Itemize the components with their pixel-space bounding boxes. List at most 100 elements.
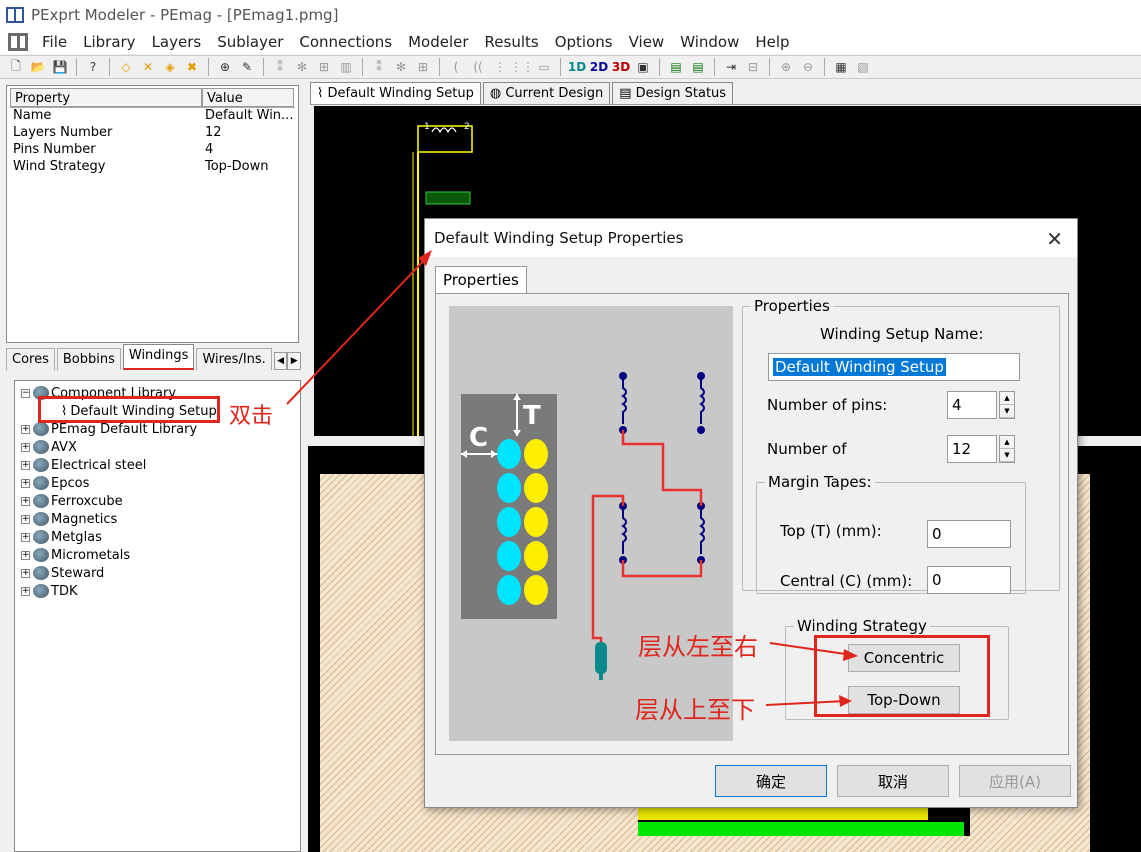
coil-icon[interactable]: (	[446, 57, 466, 77]
toolbar-divider	[824, 58, 825, 76]
library-icon	[33, 458, 49, 472]
view-2d-button[interactable]: 2D	[589, 57, 609, 77]
tab-scroll-right-icon[interactable]: ▶	[287, 352, 301, 370]
property-row[interactable]: Layers Number 12	[7, 125, 298, 142]
zoom-in-icon[interactable]: ⊕	[776, 57, 796, 77]
pins-input[interactable]: 4	[947, 391, 997, 419]
central-margin-input[interactable]: 0	[927, 566, 1011, 594]
expand-icon[interactable]: +	[21, 586, 30, 596]
pin-remove-icon[interactable]: ✻	[391, 57, 411, 77]
pins-spinner[interactable]: ▲ ▼	[999, 391, 1015, 419]
open-folder-icon[interactable]: 📂	[28, 57, 48, 77]
spin-down-icon[interactable]: ▼	[1000, 449, 1014, 462]
document-menu-icon[interactable]	[8, 33, 28, 51]
save-icon[interactable]: 💾	[50, 57, 70, 77]
apply-button[interactable]: 应用(A)	[959, 765, 1071, 797]
property-row[interactable]: Name Default Win...	[7, 108, 298, 125]
tree-item[interactable]: + TDK	[21, 582, 300, 600]
spin-down-icon[interactable]: ▼	[1000, 405, 1014, 418]
tab-wires[interactable]: Wires/Ins.	[196, 348, 272, 370]
help-icon[interactable]: ?	[83, 57, 103, 77]
tab-cores[interactable]: Cores	[6, 348, 55, 370]
tree-item[interactable]: + Magnetics	[21, 510, 300, 528]
property-row[interactable]: Pins Number 4	[7, 142, 298, 159]
value-column-header[interactable]: Value	[202, 88, 294, 107]
zoom-out-icon[interactable]: ⊖	[798, 57, 818, 77]
analyze2-icon[interactable]: ▤	[688, 57, 708, 77]
ok-button[interactable]: 确定	[715, 765, 827, 797]
tree-item[interactable]: + Metglas	[21, 528, 300, 546]
expand-icon[interactable]: +	[21, 478, 30, 488]
expand-icon[interactable]: +	[21, 532, 30, 542]
menu-library[interactable]: Library	[75, 33, 143, 51]
tree-item[interactable]: + AVX	[21, 438, 300, 456]
menu-modeler[interactable]: Modeler	[400, 33, 476, 51]
wire-tool-icon[interactable]: ✖	[182, 57, 202, 77]
expand-icon[interactable]: +	[21, 514, 30, 524]
menu-file[interactable]: File	[34, 33, 75, 51]
series-icon[interactable]: ⊞	[314, 57, 334, 77]
calculator-icon[interactable]: ▦	[831, 57, 851, 77]
disconnect-icon[interactable]: ✻	[292, 57, 312, 77]
layers-spinner[interactable]: ▲ ▼	[999, 435, 1015, 463]
snapshot-icon[interactable]: ▣	[633, 57, 653, 77]
property-row[interactable]: Wind Strategy Top-Down	[7, 159, 298, 176]
tab-design-status[interactable]: ▤ Design Status	[612, 82, 734, 104]
view-1d-button[interactable]: 1D	[567, 57, 587, 77]
new-file-icon[interactable]: 🗋	[6, 57, 26, 77]
view-3d-button[interactable]: 3D	[611, 57, 631, 77]
close-icon[interactable]: ✕	[1046, 227, 1063, 251]
pin-icon[interactable]: ⁑	[369, 57, 389, 77]
coil5-icon[interactable]: ▭	[534, 57, 554, 77]
coil3-icon[interactable]: ⋮	[490, 57, 510, 77]
analyze-icon[interactable]: ▤	[666, 57, 686, 77]
expand-icon[interactable]: +	[21, 550, 30, 560]
expand-icon[interactable]: +	[21, 460, 30, 470]
menu-results[interactable]: Results	[477, 33, 547, 51]
tree-item[interactable]: + Steward	[21, 564, 300, 582]
property-column-header[interactable]: Property	[10, 88, 202, 107]
collapse-icon[interactable]: −	[21, 388, 30, 398]
coil4-icon[interactable]: ⋮⋮	[510, 57, 534, 77]
menu-layers[interactable]: Layers	[144, 33, 210, 51]
tree-item[interactable]: + Electrical steel	[21, 456, 300, 474]
export-icon[interactable]: ⇥	[721, 57, 741, 77]
coil2-icon[interactable]: ((	[468, 57, 488, 77]
layers-input[interactable]: 12	[947, 435, 997, 463]
tab-scroll-left-icon[interactable]: ◀	[273, 352, 288, 370]
menu-sublayer[interactable]: Sublayer	[209, 33, 291, 51]
expand-icon[interactable]: +	[21, 568, 30, 578]
winding-tool-icon[interactable]: ◈	[160, 57, 180, 77]
menu-window[interactable]: Window	[672, 33, 747, 51]
window-icon[interactable]: ▧	[853, 57, 873, 77]
connect-icon[interactable]: ⁑	[270, 57, 290, 77]
tab-properties[interactable]: Properties	[435, 266, 527, 293]
menu-connections[interactable]: Connections	[291, 33, 400, 51]
edit-layer-icon[interactable]: ✎	[237, 57, 257, 77]
tree-item[interactable]: + Ferroxcube	[21, 492, 300, 510]
top-margin-input[interactable]: 0	[927, 520, 1011, 548]
parallel-icon[interactable]: ▥	[336, 57, 356, 77]
expand-icon[interactable]: +	[21, 496, 30, 506]
bobbin-tool-icon[interactable]: ✕	[138, 57, 158, 77]
setup-name-value: Default Winding Setup	[773, 358, 946, 376]
expand-icon[interactable]: +	[21, 442, 30, 452]
tab-current-design[interactable]: ◍ Current Design	[482, 82, 611, 104]
pin-edit-icon[interactable]: ⊞	[413, 57, 433, 77]
tab-default-winding-setup[interactable]: ⌇ Default Winding Setup	[310, 82, 481, 104]
tree-item[interactable]: + Epcos	[21, 474, 300, 492]
menu-help[interactable]: Help	[747, 33, 797, 51]
spin-up-icon[interactable]: ▲	[1000, 392, 1014, 405]
menu-options[interactable]: Options	[547, 33, 621, 51]
setup-name-input[interactable]: Default Winding Setup	[768, 353, 1020, 381]
import-icon[interactable]: ⊟	[743, 57, 763, 77]
tree-item[interactable]: + Micrometals	[21, 546, 300, 564]
tab-bobbins[interactable]: Bobbins	[56, 348, 121, 370]
core-tool-icon[interactable]: ◇	[116, 57, 136, 77]
tab-windings[interactable]: Windings	[122, 344, 195, 370]
menu-view[interactable]: View	[621, 33, 673, 51]
cancel-button[interactable]: 取消	[837, 765, 949, 797]
expand-icon[interactable]: +	[21, 424, 30, 434]
spin-up-icon[interactable]: ▲	[1000, 436, 1014, 449]
add-layer-icon[interactable]: ⊕	[215, 57, 235, 77]
